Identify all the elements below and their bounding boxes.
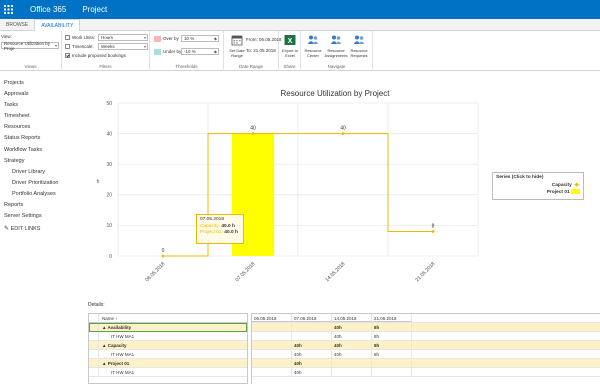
table-row: 40h 40h 8h <box>252 350 600 359</box>
date-column-header[interactable]: 06.05.2018 <box>252 314 292 322</box>
utilization-chart: Resource Utilization by Project h 0 10 20 3… <box>97 89 479 283</box>
data-label: 0 <box>162 248 165 254</box>
table-cell[interactable]: 40h <box>292 341 332 349</box>
data-label: 40 <box>250 126 256 132</box>
date-column-header[interactable]: 14.05.2018 <box>332 314 372 322</box>
line-marker-icon: -◆- <box>573 183 580 188</box>
legend-item-project[interactable]: Project 01 <box>493 189 583 196</box>
tooltip-capacity-value: 40.0 h <box>221 223 235 229</box>
table-row[interactable]: IT HW MA1 <box>89 349 247 359</box>
name-column-header[interactable]: Name ↑ <box>99 316 247 321</box>
table-cell[interactable]: 8h <box>372 332 412 340</box>
row-selector[interactable] <box>89 367 99 377</box>
data-label: 8 <box>432 224 435 230</box>
table-cell[interactable] <box>252 332 292 340</box>
chart-title: Resource Utilization by Project <box>281 89 391 98</box>
table-row: 40h <box>252 368 600 377</box>
row-name: IT HW MA1 <box>111 351 135 357</box>
y-tick-label: 30 <box>106 162 112 168</box>
details-left-grid: Name ↑ ▲ Availability IT HW MA1 ▲ Capaci… <box>88 313 248 384</box>
x-tick-label: 21.05.2018 <box>414 261 436 283</box>
table-cell[interactable] <box>292 332 332 340</box>
y-tick-label: 50 <box>106 101 112 107</box>
table-cell[interactable]: 8h <box>372 350 412 358</box>
details-right-grid: 06.05.2018 07.05.2018 14.05.2018 21.05.2… <box>251 313 600 384</box>
table-cell[interactable]: 40h <box>332 323 372 331</box>
bar-swatch-icon <box>571 189 580 195</box>
left-grid-header: Name ↑ <box>89 313 247 323</box>
chart-tooltip: 07.05.2018 Capacity: 40.0 h Project 01: … <box>196 214 244 244</box>
y-tick-label: 20 <box>106 193 112 199</box>
table-row[interactable]: ▲ Capacity <box>89 340 247 350</box>
table-cell[interactable] <box>252 341 292 349</box>
axis-ticks: 06.05.2018 07.05.2018 14.05.2018 21.05.2018 <box>144 261 436 283</box>
row-name: IT HW MA1 <box>111 333 135 339</box>
table-cell[interactable]: 40h <box>292 359 332 367</box>
legend-capacity-label: Capacity <box>551 183 572 188</box>
date-column-header[interactable]: 21.05.2018 <box>372 314 412 322</box>
legend-project-label: Project 01 <box>546 190 570 195</box>
row-selector[interactable] <box>89 322 99 332</box>
row-name: ▲ Project 01 <box>102 360 130 366</box>
table-cell[interactable] <box>252 350 292 358</box>
table-row: 40h 8h <box>252 332 600 341</box>
table-cell[interactable] <box>332 368 372 376</box>
x-tick-label: 07.05.2018 <box>234 261 256 283</box>
grid: 0 10 20 30 40 50 <box>106 101 479 260</box>
table-cell[interactable]: 8h <box>372 341 412 349</box>
capacity-point <box>161 254 165 258</box>
row-select-header[interactable] <box>89 313 99 323</box>
table-row: 40h 8h <box>252 323 600 332</box>
table-cell[interactable]: 40h <box>292 368 332 376</box>
table-row: 40h 40h 8h <box>252 341 600 350</box>
table-row[interactable]: IT HW MA1 <box>89 331 247 341</box>
table-row[interactable]: ▲ Project 01 <box>89 358 247 368</box>
y-tick-label: 10 <box>106 223 112 229</box>
table-cell[interactable] <box>252 359 292 367</box>
y-tick-label: 40 <box>106 131 112 137</box>
table-cell[interactable]: 40h <box>332 350 372 358</box>
y-axis-label: h <box>97 179 100 185</box>
row-selector[interactable] <box>89 358 99 368</box>
tooltip-project: Project 01: 40.0 h <box>200 230 240 237</box>
capacity-point <box>431 229 435 234</box>
capacity-point <box>341 131 345 136</box>
date-column-header[interactable]: 07.05.2018 <box>292 314 332 322</box>
right-grid-header: 06.05.2018 07.05.2018 14.05.2018 21.05.2… <box>252 314 600 323</box>
legend-title: Series (Click to hide) <box>496 175 544 180</box>
row-name: ▲ Capacity <box>102 342 127 348</box>
table-cell[interactable]: 40h <box>332 332 372 340</box>
table-cell[interactable] <box>252 368 292 376</box>
table-cell[interactable] <box>372 359 412 367</box>
table-row: 40h <box>252 359 600 368</box>
table-cell[interactable]: 40h <box>292 350 332 358</box>
table-row[interactable]: IT HW MA1 <box>89 367 247 377</box>
row-name: IT HW MA1 <box>111 369 135 375</box>
table-cell[interactable] <box>372 368 412 376</box>
table-cell[interactable] <box>332 359 372 367</box>
tooltip-project-value: 40.0 h <box>224 230 238 235</box>
row-name: ▲ Availability <box>102 324 132 330</box>
row-selector[interactable] <box>89 349 99 359</box>
chart-legend: Series (Click to hide) Capacity -◆- Proj… <box>492 172 584 200</box>
tooltip-project-label: Project 01: <box>200 230 223 235</box>
data-label: 40 <box>340 126 346 132</box>
row-selector[interactable] <box>89 331 99 341</box>
table-cell[interactable] <box>252 323 292 331</box>
table-cell[interactable] <box>292 323 332 331</box>
tooltip-capacity-label: Capacity: <box>200 223 220 229</box>
table-cell[interactable]: 8h <box>372 323 412 331</box>
y-tick-label: 0 <box>109 254 112 260</box>
legend-item-capacity[interactable]: Capacity -◆- <box>493 182 583 189</box>
table-cell[interactable]: 40h <box>332 341 372 349</box>
row-selector[interactable] <box>89 340 99 350</box>
details-label: Details: <box>88 302 105 308</box>
table-row[interactable]: ▲ Availability <box>89 322 247 332</box>
x-tick-label: 06.05.2018 <box>144 261 166 283</box>
x-tick-label: 14.05.2018 <box>324 261 346 283</box>
